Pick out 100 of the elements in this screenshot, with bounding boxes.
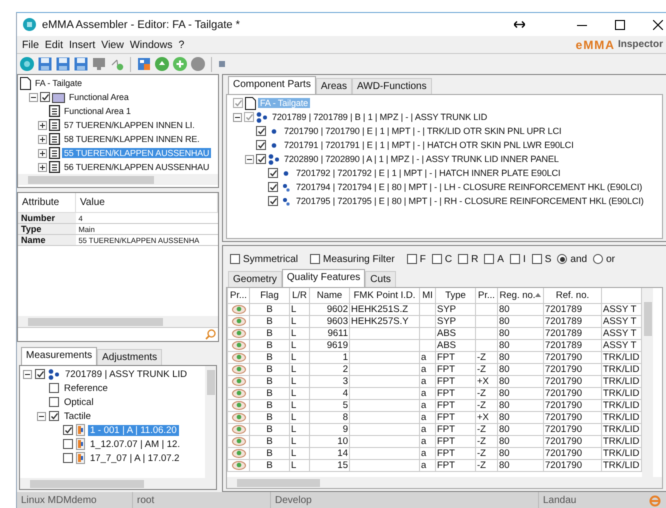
- upload-icon[interactable]: [155, 57, 169, 71]
- horizontal-scrollbar[interactable]: [20, 478, 216, 489]
- table-cell: -Z: [476, 448, 498, 460]
- home-icon[interactable]: [20, 57, 34, 71]
- tab[interactable]: AWD-Functions: [352, 78, 432, 94]
- menu-item[interactable]: ?: [175, 38, 188, 50]
- add-icon[interactable]: [173, 57, 187, 71]
- column-header[interactable]: Pr...: [476, 288, 498, 304]
- horizontal-scrollbar[interactable]: [227, 477, 662, 488]
- column-header[interactable]: MI: [420, 288, 436, 304]
- checkbox[interactable]: [49, 397, 59, 407]
- checkbox[interactable]: [63, 425, 73, 435]
- tree-item[interactable]: FA - Tailgate: [33, 78, 84, 88]
- checkbox[interactable]: [49, 383, 59, 393]
- expander-icon[interactable]: [38, 162, 47, 172]
- menu-item[interactable]: Edit: [42, 38, 66, 50]
- expander-icon[interactable]: [38, 134, 47, 144]
- remove-icon[interactable]: [191, 57, 205, 71]
- horizontal-scrollbar[interactable]: [18, 316, 218, 327]
- search-field[interactable]: [18, 327, 218, 341]
- eye-icon[interactable]: [232, 437, 246, 446]
- column-header[interactable]: Pr...: [228, 288, 250, 304]
- eye-icon[interactable]: [232, 425, 246, 434]
- save-icon[interactable]: [74, 57, 88, 71]
- column-header[interactable]: L/R: [290, 288, 310, 304]
- small-icon[interactable]: [218, 60, 226, 68]
- tree-item[interactable]: 56 TUEREN/KLAPPEN AUSSENHAU: [62, 162, 212, 172]
- eye-icon[interactable]: [232, 413, 246, 422]
- monitor-icon[interactable]: [92, 57, 106, 71]
- menu-item[interactable]: Insert: [66, 38, 98, 50]
- tree-item[interactable]: Functional Area: [67, 92, 131, 102]
- vertical-scrollbar[interactable]: [642, 288, 653, 477]
- tab[interactable]: Geometry: [228, 271, 282, 287]
- save-icon[interactable]: [38, 57, 52, 71]
- eye-icon[interactable]: [232, 329, 246, 338]
- menu-item[interactable]: File: [19, 38, 42, 50]
- radio-button[interactable]: and: [557, 254, 588, 264]
- checkbox[interactable]: F: [406, 254, 426, 264]
- eye-icon[interactable]: [232, 305, 246, 314]
- checkbox[interactable]: S: [532, 254, 552, 264]
- checkbox[interactable]: [40, 92, 50, 102]
- expander-icon[interactable]: [38, 120, 47, 130]
- eye-icon[interactable]: [232, 353, 246, 362]
- checkbox[interactable]: C: [432, 254, 452, 264]
- eye-icon[interactable]: [232, 449, 246, 458]
- tab[interactable]: Component Parts: [228, 76, 316, 94]
- node-icon[interactable]: [110, 57, 124, 71]
- eye-icon[interactable]: [232, 317, 246, 326]
- table-cell: B: [250, 364, 290, 376]
- save-icon[interactable]: [56, 57, 70, 71]
- tree-item[interactable]: 17_7_07 | A | 17.07.2: [88, 452, 182, 464]
- column-header[interactable]: Type: [436, 288, 476, 304]
- radio-button[interactable]: or: [593, 254, 616, 264]
- column-header[interactable]: Flag: [250, 288, 290, 304]
- tab[interactable]: Measurements: [21, 347, 98, 365]
- resize-icon[interactable]: [514, 21, 525, 28]
- tree-item[interactable]: 7201789 | ASSY TRUNK LID: [63, 368, 189, 380]
- checkbox[interactable]: [63, 453, 73, 463]
- checkbox[interactable]: [35, 369, 45, 379]
- eye-icon[interactable]: [232, 341, 246, 350]
- checkbox[interactable]: A: [484, 254, 504, 264]
- column-header[interactable]: Name: [310, 288, 350, 304]
- checkbox[interactable]: Measuring Filter: [310, 254, 395, 264]
- eye-icon[interactable]: [232, 461, 246, 470]
- tab[interactable]: Quality Features: [282, 269, 366, 287]
- close-icon[interactable]: [653, 20, 663, 30]
- horizontal-scrollbar[interactable]: [18, 174, 218, 185]
- tree-item[interactable]: 57 TUEREN/KLAPPEN INNEN LI.: [62, 120, 197, 130]
- search-icon[interactable]: [205, 329, 216, 340]
- eye-icon[interactable]: [232, 365, 246, 374]
- tree-item[interactable]: 1_12.07.07 | AM | 12.: [88, 438, 182, 450]
- column-header[interactable]: Reg. no.: [498, 288, 544, 304]
- sort-icon[interactable]: [535, 293, 542, 298]
- tree-item[interactable]: 58 TUEREN/KLAPPEN INNEN RE.: [62, 134, 202, 144]
- maximize-icon[interactable]: [615, 20, 625, 30]
- tree-item[interactable]: Optical: [62, 396, 96, 408]
- tab[interactable]: Cuts: [365, 271, 396, 287]
- checkbox[interactable]: [49, 411, 59, 421]
- tree-item[interactable]: Tactile: [62, 410, 93, 422]
- tab[interactable]: Adjustments: [97, 349, 162, 365]
- tree-item[interactable]: Reference: [62, 382, 110, 394]
- column-header[interactable]: FMK Point I.D.: [350, 288, 420, 304]
- tree-item[interactable]: Functional Area 1: [62, 106, 133, 116]
- menu-item[interactable]: View: [98, 38, 127, 50]
- expander-icon[interactable]: [38, 148, 47, 158]
- eye-icon[interactable]: [232, 389, 246, 398]
- checkbox[interactable]: R: [458, 254, 478, 264]
- eye-icon[interactable]: [232, 377, 246, 386]
- checkbox[interactable]: Symmetrical: [230, 254, 298, 264]
- column-header[interactable]: Ref. no.: [544, 288, 602, 304]
- grid-icon[interactable]: [137, 57, 151, 71]
- eye-icon[interactable]: [232, 401, 246, 410]
- tab[interactable]: Areas: [316, 78, 352, 94]
- menu-item[interactable]: Windows: [126, 38, 176, 50]
- checkbox[interactable]: [63, 439, 73, 449]
- expander-icon[interactable]: [37, 412, 46, 420]
- expander-icon[interactable]: [29, 92, 38, 102]
- sheet-icon: [49, 119, 60, 131]
- expander-icon[interactable]: [23, 370, 32, 378]
- vertical-scrollbar[interactable]: [205, 366, 216, 478]
